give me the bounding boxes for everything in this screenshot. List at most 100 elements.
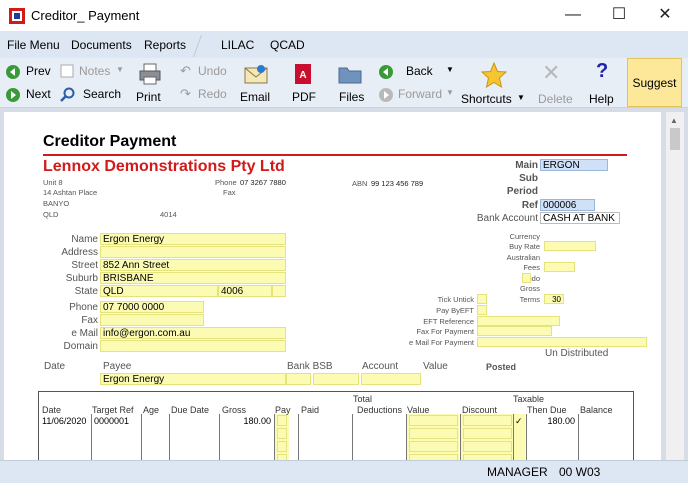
fax-for-payment-field[interactable] bbox=[477, 326, 552, 336]
street-field[interactable]: 852 Ann Street bbox=[100, 259, 286, 271]
creditor-payment-form: Creditor Payment Lennox Demonstrations P… bbox=[4, 112, 661, 460]
scroll-up-icon[interactable]: ▲ bbox=[670, 116, 678, 125]
row-value-field[interactable] bbox=[409, 428, 458, 439]
bank-bsb-field-1[interactable] bbox=[286, 373, 311, 385]
company-phone-label: Phone bbox=[215, 178, 237, 187]
street-label: Street bbox=[71, 260, 98, 271]
total-header: Total bbox=[353, 394, 373, 404]
phone-label: Phone bbox=[69, 302, 98, 313]
row-value-field[interactable] bbox=[409, 415, 458, 426]
postcode-field[interactable]: 4006 bbox=[218, 285, 272, 297]
undo-icon: ↶ bbox=[180, 63, 191, 78]
bank-bsb-header: Bank BSB bbox=[287, 361, 333, 372]
menu-qcad[interactable]: QCAD bbox=[270, 38, 305, 52]
row-discount-field[interactable] bbox=[463, 428, 512, 439]
forward-button[interactable]: Forward ▼ bbox=[378, 86, 456, 104]
menu-lilac[interactable]: LILAC bbox=[221, 38, 254, 52]
payee-field[interactable]: Ergon Energy bbox=[100, 373, 286, 385]
files-button[interactable]: Files bbox=[335, 60, 365, 106]
menu-file[interactable]: File Menu bbox=[7, 38, 60, 52]
maximize-button[interactable]: ☐ bbox=[596, 0, 642, 32]
email-button[interactable]: Email bbox=[238, 60, 274, 106]
row-value-field[interactable] bbox=[409, 441, 458, 452]
redo-button[interactable]: ↷ Redo bbox=[180, 86, 230, 104]
bank-account-field[interactable]: CASH AT BANK bbox=[540, 212, 620, 224]
email-for-payment-label: e Mail For Payment bbox=[408, 338, 474, 347]
grid-value-header: Value bbox=[407, 405, 430, 415]
grid-divider bbox=[578, 414, 579, 460]
fees-field[interactable] bbox=[544, 262, 575, 272]
suburb-field[interactable]: BRISBANE bbox=[100, 272, 286, 284]
domain-field[interactable] bbox=[100, 340, 286, 352]
deductions-header: Deductions bbox=[357, 405, 403, 415]
company-name: Lennox Demonstrations Pty Ltd bbox=[43, 158, 285, 175]
row-discount-field[interactable] bbox=[463, 415, 512, 426]
star-icon bbox=[481, 62, 507, 88]
grid-divider bbox=[352, 414, 353, 460]
row-taxable-check[interactable]: ✓ bbox=[515, 416, 523, 427]
email-for-payment-field[interactable] bbox=[477, 337, 647, 347]
minimize-button[interactable]: — bbox=[550, 0, 596, 32]
state-field[interactable]: QLD bbox=[100, 285, 218, 297]
main-field[interactable]: ERGON bbox=[540, 159, 608, 171]
eft-reference-field[interactable] bbox=[477, 316, 560, 326]
shortcuts-button[interactable]: Shortcuts ▼ bbox=[461, 60, 525, 106]
notes-button[interactable]: Notes ▼ bbox=[60, 63, 126, 81]
form-title: Creditor Payment bbox=[43, 133, 177, 150]
address-field[interactable] bbox=[100, 246, 286, 258]
suburb-label: Suburb bbox=[65, 273, 98, 284]
delete-x-icon: ✕ bbox=[542, 60, 561, 85]
discount-header: Discount bbox=[462, 405, 498, 415]
row-pay-checkbox[interactable] bbox=[277, 428, 287, 439]
row-pay-checkbox[interactable] bbox=[277, 415, 287, 426]
pay-by-eft-checkbox[interactable] bbox=[477, 305, 487, 315]
pay-header: Pay bbox=[275, 405, 291, 415]
account-header: Account bbox=[362, 361, 399, 372]
vertical-scrollbar[interactable]: ▲ bbox=[666, 112, 684, 460]
value-header: Value bbox=[423, 361, 448, 372]
search-button[interactable]: Search bbox=[60, 86, 126, 104]
bank-account-label: Bank Account bbox=[476, 213, 538, 224]
postcode-extra-field[interactable] bbox=[272, 285, 286, 297]
name-field[interactable]: Ergon Energy bbox=[100, 233, 286, 245]
close-button[interactable]: ✕ bbox=[642, 0, 688, 32]
grid-divider bbox=[274, 414, 275, 460]
buy-rate-field[interactable] bbox=[544, 241, 596, 251]
menu-reports[interactable]: Reports bbox=[144, 38, 186, 52]
next-button[interactable]: Next bbox=[5, 86, 55, 104]
phone-field[interactable]: 07 7000 0000 bbox=[100, 301, 204, 313]
chevron-down-icon: ▼ bbox=[116, 65, 124, 74]
scrollbar-thumb[interactable] bbox=[670, 128, 680, 150]
company-address-line3: BANYO bbox=[43, 199, 70, 208]
fax-label: Fax bbox=[81, 315, 98, 326]
pdf-button[interactable]: A PDF bbox=[288, 60, 318, 106]
delete-button[interactable]: ✕ Delete bbox=[536, 60, 573, 106]
main-label: Main bbox=[515, 160, 538, 171]
prev-button[interactable]: Prev bbox=[5, 63, 55, 81]
undo-button[interactable]: ↶ Undo bbox=[180, 63, 230, 81]
company-postcode: 4014 bbox=[160, 210, 177, 219]
notes-checkbox-icon bbox=[60, 64, 74, 78]
ref-field[interactable]: 000006 bbox=[540, 199, 595, 211]
terms-field[interactable]: 30 bbox=[544, 294, 564, 304]
pdf-icon: A bbox=[295, 64, 311, 84]
chevron-down-icon: ▼ bbox=[446, 65, 454, 74]
status-bar: MANAGER 00 W03 bbox=[0, 460, 688, 483]
print-button[interactable]: Print bbox=[134, 60, 166, 106]
fax-field[interactable] bbox=[100, 314, 204, 326]
tick-untick-checkbox[interactable] bbox=[477, 294, 487, 304]
payee-date-header: Date bbox=[44, 361, 66, 372]
undo-checkbox[interactable] bbox=[522, 273, 531, 283]
name-label: Name bbox=[71, 234, 98, 245]
suggest-button[interactable]: Suggest bbox=[627, 58, 682, 107]
back-button[interactable]: Back ▼ bbox=[378, 63, 456, 81]
email-field[interactable]: info@ergon.com.au bbox=[100, 327, 286, 339]
account-field[interactable] bbox=[361, 373, 421, 385]
row-discount-field[interactable] bbox=[463, 441, 512, 452]
help-button[interactable]: ? Help bbox=[586, 60, 618, 106]
grid-divider bbox=[513, 414, 514, 460]
arrow-left-icon bbox=[6, 65, 20, 79]
bank-bsb-field-2[interactable] bbox=[313, 373, 359, 385]
row-pay-checkbox[interactable] bbox=[277, 441, 287, 452]
menu-documents[interactable]: Documents bbox=[71, 38, 132, 52]
